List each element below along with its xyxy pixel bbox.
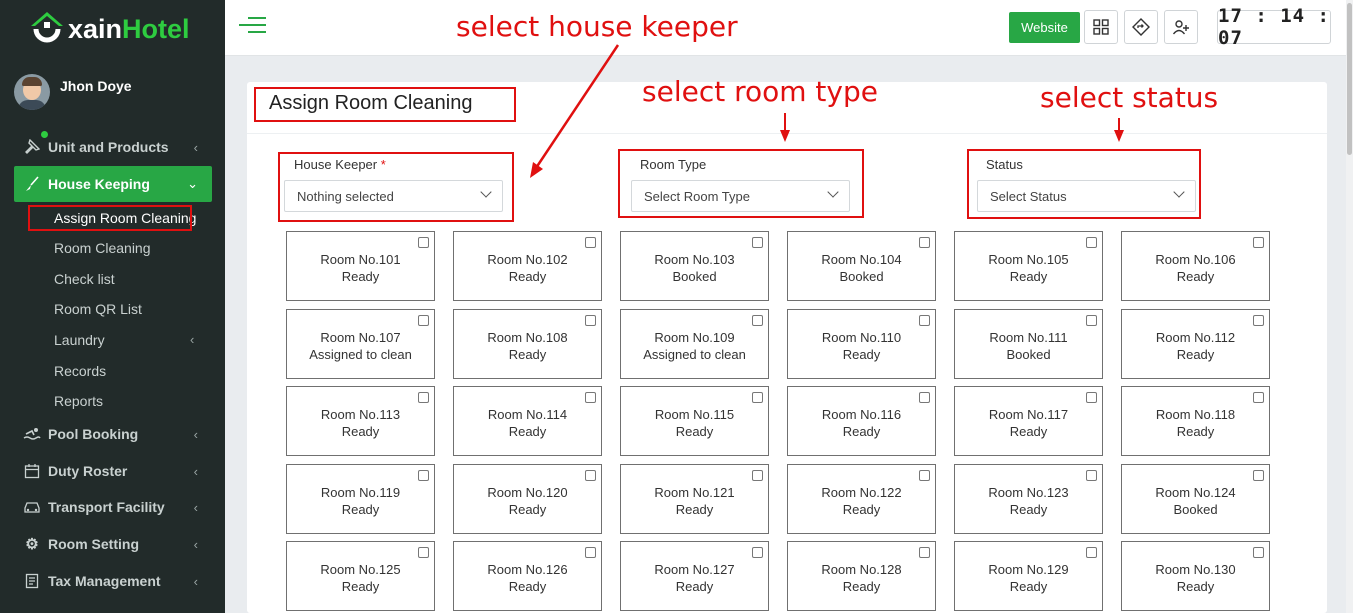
annotation-arrows (530, 44, 1124, 178)
